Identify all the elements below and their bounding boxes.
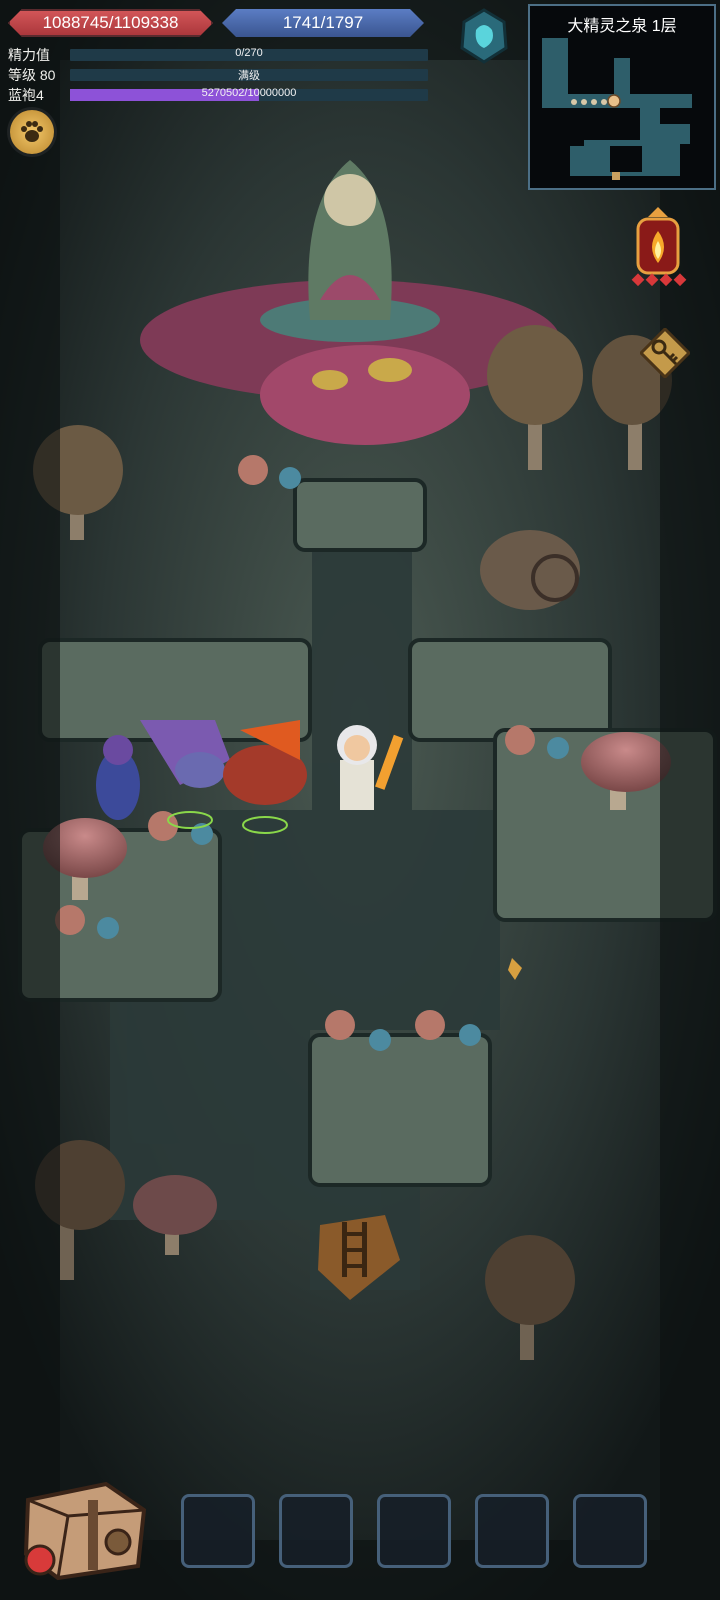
stamina-value: 0/270 <box>235 47 263 59</box>
key-icon <box>638 326 692 380</box>
backpack-icon <box>23 1481 147 1581</box>
rank-row: 蓝袍4 5270502/10000000 <box>8 86 428 104</box>
level-bar: 满级 <box>70 69 428 82</box>
stamina-row: 精力值 0/270 <box>8 46 428 64</box>
game-scene <box>0 0 720 1600</box>
mp-bar: 1741/1797 <box>222 9 424 37</box>
stamina-label: 精力值 <box>8 47 50 63</box>
item-slot-2[interactable] <box>279 1494 353 1568</box>
pet-button[interactable] <box>10 110 54 154</box>
snail-rock <box>480 530 580 610</box>
backpack-button[interactable] <box>18 1470 147 1582</box>
portal-stone-button[interactable] <box>458 8 510 64</box>
mp-text: 1741/1797 <box>282 13 364 32</box>
key-button[interactable] <box>638 326 692 380</box>
player-marker <box>607 94 621 108</box>
item-slot-5[interactable] <box>573 1494 647 1568</box>
rank-bar: 5270502/10000000 <box>70 87 428 101</box>
minimap-grid <box>542 38 692 180</box>
portal-stone-icon <box>460 8 508 64</box>
fire-lantern-icon <box>631 207 687 287</box>
hp-bar: 1088745/1109338 <box>8 9 213 37</box>
paw-icon <box>21 121 43 142</box>
stamina-bar: 0/270 <box>70 47 428 61</box>
level-value: 满级 <box>238 70 260 82</box>
rank-label: 蓝袍4 <box>8 87 44 103</box>
level-label: 等级 80 <box>8 67 56 83</box>
item-slot-1[interactable] <box>181 1494 255 1568</box>
level-row: 等级 80 满级 <box>8 66 428 84</box>
minimap[interactable]: 大精灵之泉 1层 <box>528 4 716 190</box>
rank-value: 5270502/10000000 <box>201 87 297 99</box>
item-slot-3[interactable] <box>377 1494 451 1568</box>
item-slot-4[interactable] <box>475 1494 549 1568</box>
fire-lantern-button[interactable] <box>628 205 688 289</box>
hp-text: 1088745/1109338 <box>42 13 179 32</box>
